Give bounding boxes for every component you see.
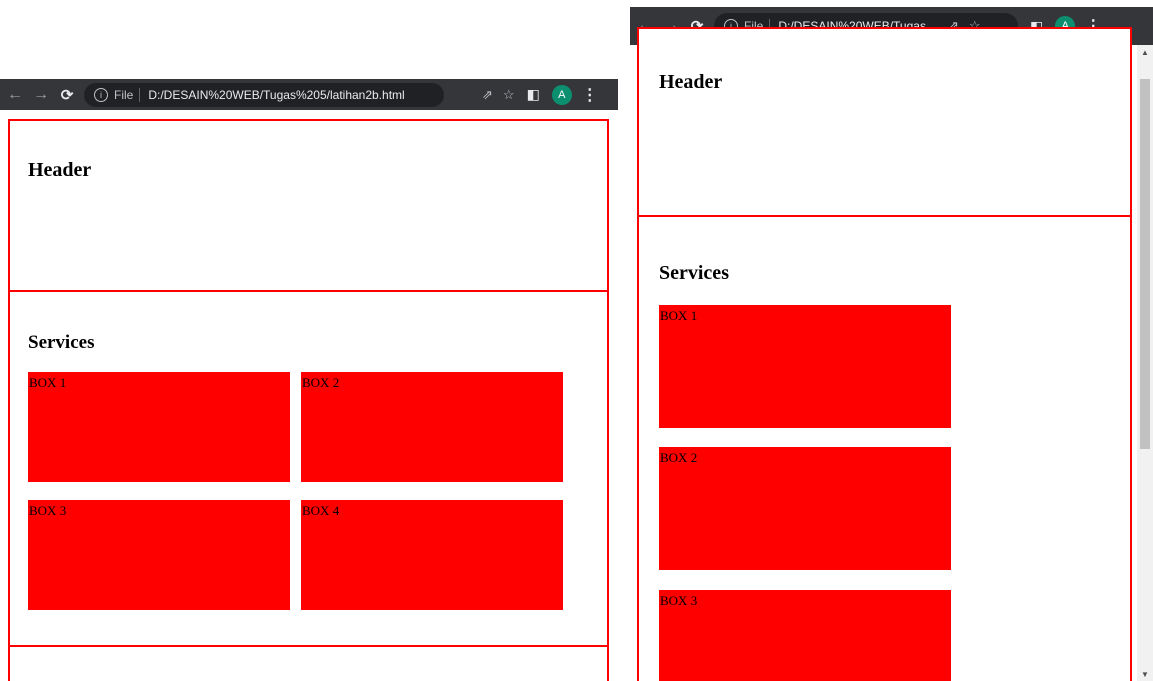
file-label: File: [114, 87, 134, 102]
left-address-bar[interactable]: i File D:/DESAIN%20WEB/Tugas%205/latihan…: [84, 82, 444, 107]
service-box-4: BOX 4: [301, 500, 563, 610]
vertical-scrollbar[interactable]: ▲ ▼: [1137, 45, 1153, 681]
reload-icon[interactable]: ⟳: [56, 84, 78, 106]
left-browser-window: ← → ⟳ i File D:/DESAIN%20WEB/Tugas%205/l…: [0, 79, 618, 681]
box-label: BOX 4: [302, 503, 340, 518]
box-label: BOX 2: [302, 375, 340, 390]
right-header-section: Header: [637, 27, 1132, 217]
avatar[interactable]: A: [551, 84, 572, 105]
services-title: Services: [659, 262, 729, 284]
page-header-title: Header: [28, 159, 92, 181]
service-box-3: BOX 3: [28, 500, 290, 610]
box-label: BOX 1: [29, 375, 67, 390]
star-icon[interactable]: ☆: [503, 87, 515, 103]
left-header-section: Header: [8, 119, 609, 292]
service-box-1: BOX 1: [28, 372, 290, 482]
service-box-2: BOX 2: [301, 372, 563, 482]
share-icon[interactable]: ⇗: [482, 87, 493, 103]
service-box-1: BOX 1: [659, 305, 951, 428]
box-label: BOX 3: [660, 593, 698, 608]
menu-kebab-icon[interactable]: ⋮: [582, 85, 598, 105]
left-next-section: [8, 645, 609, 681]
url-text[interactable]: D:/DESAIN%20WEB/Tugas%205/latihan2b.html: [148, 88, 404, 102]
left-services-section: Services BOX 1 BOX 2 BOX 3 BOX 4: [8, 290, 609, 647]
forward-arrow-icon[interactable]: →: [30, 84, 52, 106]
services-title: Services: [28, 332, 95, 353]
box-label: BOX 3: [29, 503, 67, 518]
scrollbar-thumb[interactable]: [1140, 79, 1150, 449]
back-arrow-icon[interactable]: ←: [4, 84, 26, 106]
info-icon[interactable]: i: [94, 87, 108, 102]
side-panel-icon[interactable]: ◧: [527, 86, 540, 103]
scroll-up-arrow-icon[interactable]: ▲: [1137, 45, 1153, 59]
address-separator: [139, 87, 141, 102]
box-label: BOX 2: [660, 450, 698, 465]
left-toolbar: ← → ⟳ i File D:/DESAIN%20WEB/Tugas%205/l…: [0, 79, 618, 110]
service-box-3: BOX 3: [659, 590, 951, 681]
right-services-section: Services BOX 1 BOX 2 BOX 3: [637, 215, 1132, 681]
box-label: BOX 1: [660, 308, 698, 323]
service-box-2: BOX 2: [659, 447, 951, 570]
right-browser-window: ← → ⟳ i File D:/DESAIN%20WEB/Tugas... ⇗ …: [630, 7, 1153, 681]
scroll-down-arrow-icon[interactable]: ▼: [1137, 667, 1153, 681]
page-header-title: Header: [659, 71, 723, 93]
